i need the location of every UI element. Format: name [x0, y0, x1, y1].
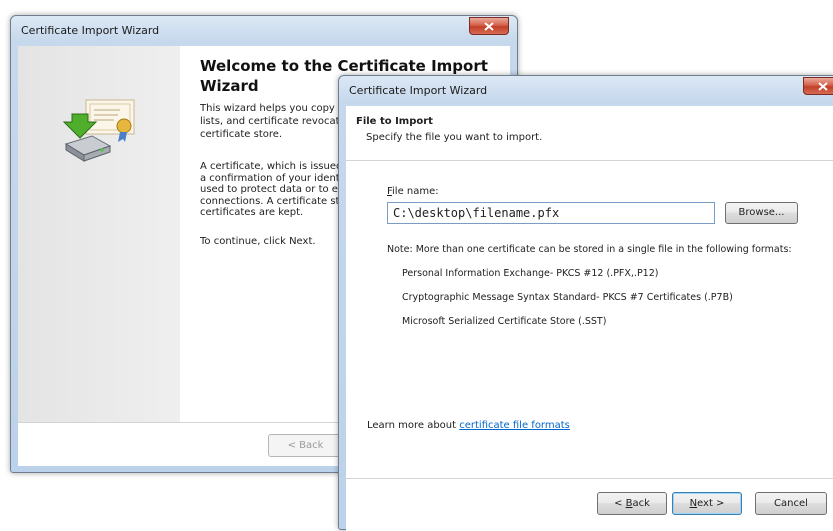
wizard-page: File to Import Specify the file you want… — [346, 106, 833, 531]
close-icon — [818, 81, 828, 91]
file-to-import-window: Certificate Import Wizard File to Import… — [338, 75, 833, 531]
certificate-import-icon — [62, 99, 135, 162]
file-name-input[interactable] — [387, 202, 715, 224]
close-button[interactable] — [469, 17, 509, 35]
close-button[interactable] — [803, 77, 833, 95]
learn-more-text: Learn more about certificate file format… — [367, 420, 570, 431]
window-title: Certificate Import Wizard — [349, 84, 488, 97]
page-header: File to Import Specify the file you want… — [346, 106, 833, 160]
formats-note: Note: More than one certificate can be s… — [387, 244, 792, 255]
intro-paragraph: This wizard helps you copy ce lists, and… — [200, 103, 350, 140]
footer-divider — [346, 478, 833, 479]
browse-button[interactable]: Browse... — [725, 202, 798, 224]
certificate-formats-link[interactable]: certificate file formats — [459, 420, 570, 431]
format-item: Personal Information Exchange- PKCS #12 … — [402, 268, 659, 279]
back-button[interactable]: < Back — [597, 492, 667, 515]
cancel-button[interactable]: Cancel — [755, 492, 827, 515]
page-title: File to Import — [356, 116, 433, 127]
header-divider — [346, 160, 833, 161]
format-item: Microsoft Serialized Certificate Store (… — [402, 316, 607, 327]
window-title: Certificate Import Wizard — [21, 24, 160, 37]
back-button[interactable]: < Back — [268, 434, 343, 457]
format-item: Cryptographic Message Syntax Standard- P… — [402, 292, 733, 303]
certificate-paragraph: A certificate, which is issued b a confi… — [200, 161, 353, 218]
wizard-side-panel — [18, 46, 180, 422]
close-icon — [484, 21, 494, 31]
continue-text: To continue, click Next. — [200, 236, 316, 247]
file-name-label: File name: — [387, 186, 439, 197]
next-button[interactable]: Next > — [672, 492, 742, 515]
page-subtitle: Specify the file you want to import. — [366, 132, 543, 143]
